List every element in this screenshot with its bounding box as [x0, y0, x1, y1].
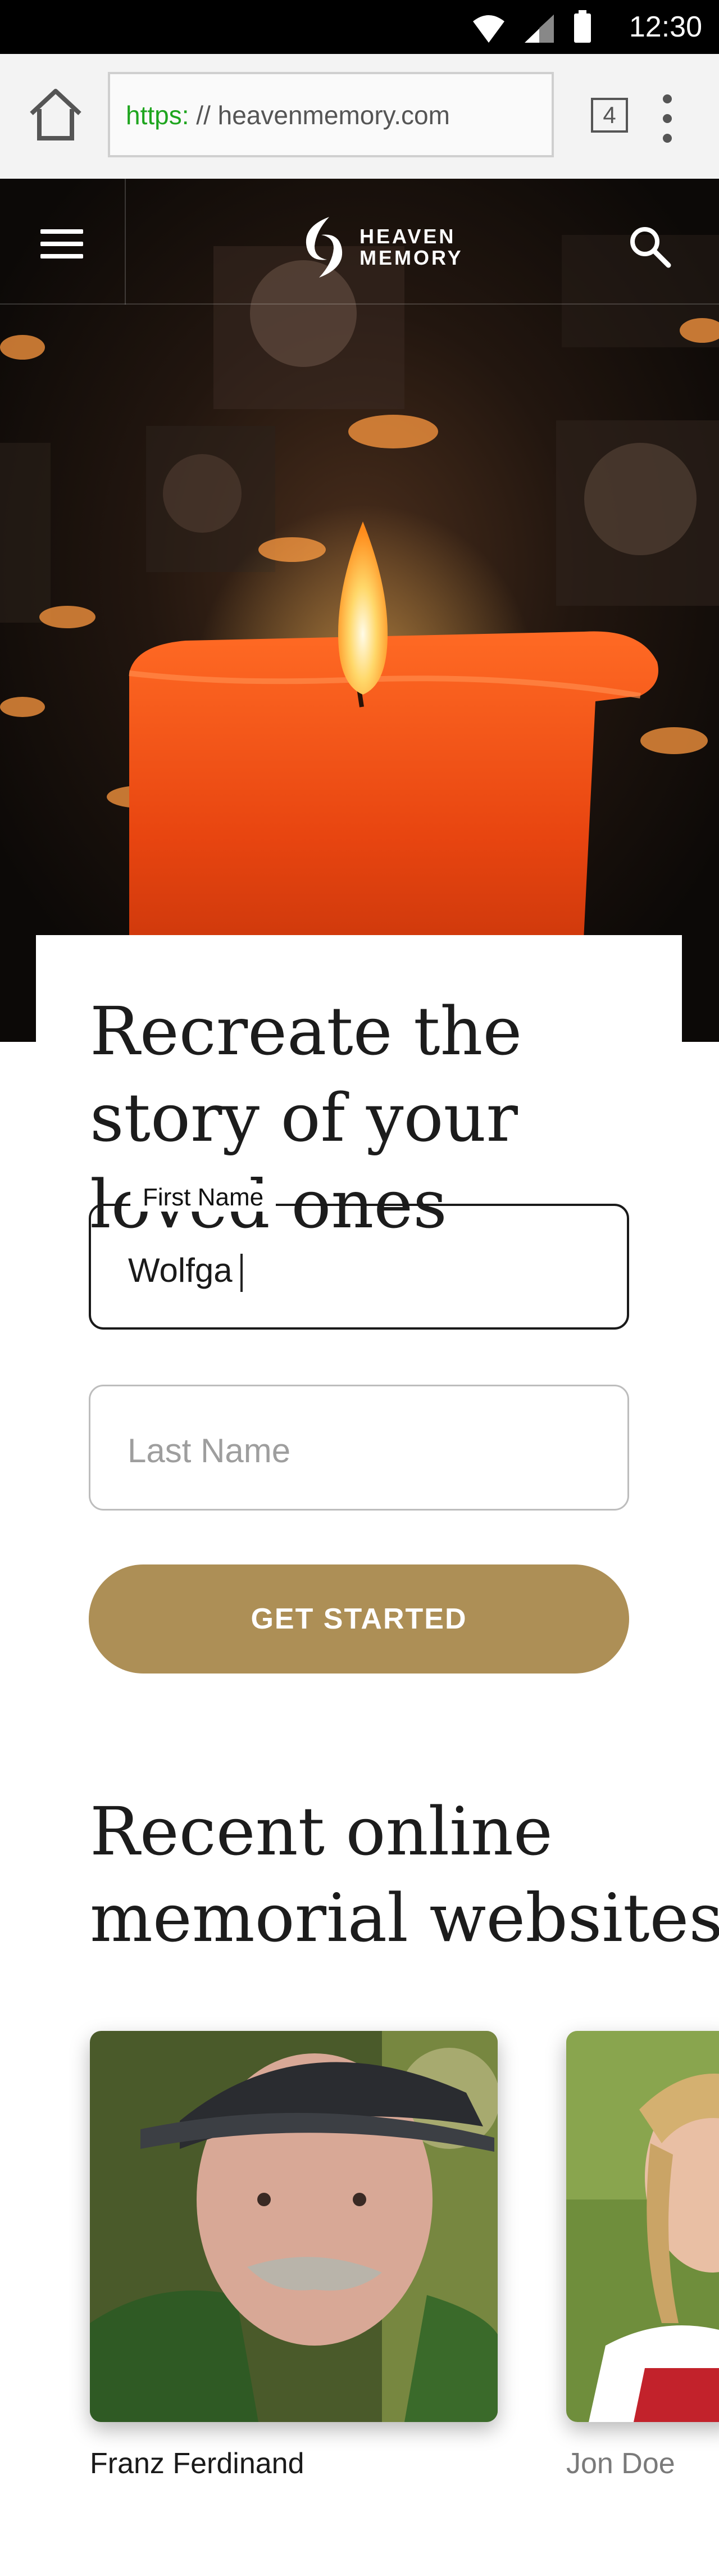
last-name-placeholder: Last Name — [128, 1432, 291, 1470]
memorial-portrait-image — [90, 2031, 498, 2422]
status-bar: 12:30 — [0, 0, 719, 54]
memorial-portrait-image — [566, 2031, 719, 2422]
hero-section: HEAVEN MEMORY — [0, 179, 719, 1042]
url-text: https: // heavenmemory.com — [126, 100, 450, 130]
signal-icon — [525, 15, 554, 43]
hero-nav-separator — [125, 179, 126, 305]
battery-icon — [574, 10, 591, 43]
browser-toolbar: https: // heavenmemory.com 4 — [0, 54, 719, 180]
first-name-value: Wolfga — [128, 1251, 243, 1292]
status-time: 12:30 — [629, 11, 702, 43]
overflow-menu-icon[interactable] — [662, 93, 673, 144]
url-scheme: https: — [126, 101, 189, 130]
logo-icon — [306, 217, 343, 278]
memorial-name[interactable]: Jon Doe — [566, 2447, 675, 2480]
first-name-field[interactable]: First Name Wolfga — [89, 1183, 629, 1330]
tab-count: 4 — [603, 102, 616, 128]
home-icon[interactable] — [25, 84, 87, 146]
address-bar[interactable]: https: // heavenmemory.com — [108, 72, 554, 157]
memorial-card-photo[interactable] — [566, 2031, 719, 2422]
memorial-name[interactable]: Franz Ferdinand — [90, 2447, 304, 2480]
get-started-button[interactable]: GET STARTED — [89, 1564, 629, 1674]
first-name-label: First Name — [130, 1183, 276, 1212]
site-logo[interactable]: HEAVEN MEMORY — [294, 214, 474, 281]
recent-memorials-title: Recent online memorial websites — [90, 1793, 719, 1957]
url-domain: // heavenmemory.com — [189, 101, 450, 130]
last-name-field[interactable]: Last Name — [89, 1385, 629, 1511]
hero-candle-image — [0, 179, 719, 1042]
tabs-icon[interactable]: 4 — [591, 98, 628, 133]
search-icon[interactable] — [628, 225, 672, 269]
logo-wordmark: HEAVEN MEMORY — [360, 225, 463, 269]
hero-nav-divider — [0, 303, 719, 305]
memorial-card-photo[interactable] — [90, 2031, 498, 2422]
menu-icon[interactable] — [40, 229, 83, 261]
wifi-icon — [473, 15, 504, 43]
text-caret — [240, 1254, 243, 1292]
